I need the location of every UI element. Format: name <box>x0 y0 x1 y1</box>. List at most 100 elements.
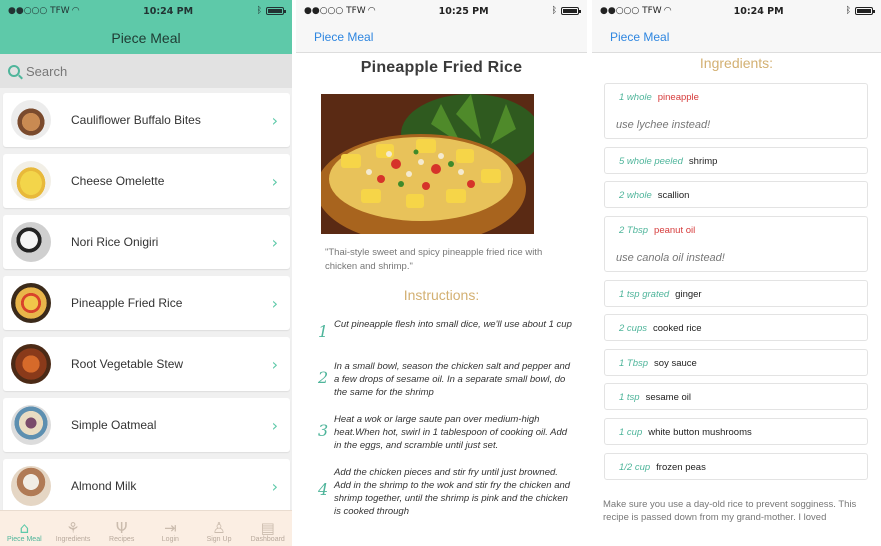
recipe-row-simple-oatmeal[interactable]: Simple Oatmeal › <box>3 398 290 452</box>
chevron-right-icon: › <box>271 171 278 191</box>
tab-label: Sign Up <box>206 536 232 543</box>
recipe-name: Cauliflower Buffalo Bites <box>71 113 201 127</box>
ingredient-name: ginger <box>675 289 702 300</box>
chevron-right-icon: › <box>271 232 278 252</box>
ingredient-card[interactable]: 1 cup white button mushrooms <box>604 418 868 445</box>
home-icon: ⌂ <box>19 519 30 537</box>
step-text: Add the chicken pieces and stir fry unti… <box>334 467 571 517</box>
ingredient-card[interactable]: 1 Tbsp soy sauce <box>604 349 868 376</box>
tab-bar: ⌂ Piece Meal ⚘ Ingredients Ψ Recipes ⇥ Login… <box>0 510 292 546</box>
step-text: In a small bowl, season the chicken salt… <box>334 361 571 398</box>
ingredient-card[interactable]: 5 whole peeled shrimp <box>604 147 868 174</box>
fork-knife-icon: Ψ <box>115 519 128 537</box>
search-placeholder: Search <box>26 63 68 79</box>
recipe-thumbnail <box>11 466 51 506</box>
recipe-name: Cheese Omelette <box>71 174 165 188</box>
recipe-detail-screen: ●●○○○ TFW ◠ 10:25 PM ᛒ Piece Meal Pineapp… <box>296 0 587 546</box>
recipe-row-almond-milk[interactable]: Almond Milk › <box>3 459 290 513</box>
user-add-icon: ♙ <box>212 519 226 537</box>
status-time: 10:24 PM <box>143 5 194 17</box>
recipe-list-screen: ●●○○○ TFW ◠ 10:24 PM ᛒ Piece Meal Search … <box>0 0 292 546</box>
substitution-note: use canola oil instead! <box>616 252 725 264</box>
recipe-name: Nori Rice Onigiri <box>71 235 159 249</box>
carrier-label: ●●○○○ TFW <box>600 6 662 16</box>
tab-sign-up[interactable]: ♙ Sign Up <box>195 511 244 546</box>
nav-title: Piece Meal <box>111 30 181 46</box>
ingredient-quantity: 1 tsp <box>619 392 640 403</box>
ingredients-screen: ●●○○○ TFW ◠ 10:24 PM ᛒ Piece Meal Ingredi… <box>592 0 881 546</box>
recipe-thumbnail <box>11 283 51 323</box>
ingredient-quantity: 1/2 cup <box>619 462 651 473</box>
chevron-right-icon: › <box>271 293 278 313</box>
tab-label: Ingredients <box>55 536 91 543</box>
tab-label: Dashboard <box>250 536 285 543</box>
tab-label: Recipes <box>109 536 135 543</box>
status-time: 10:24 PM <box>733 5 784 17</box>
ingredient-quantity: 2 Tbsp <box>619 225 649 236</box>
chevron-right-icon: › <box>271 415 278 435</box>
carrot-icon: ⚘ <box>66 519 80 537</box>
wifi-icon: ◠ <box>367 6 376 16</box>
ingredient-name: peanut oil <box>654 225 696 236</box>
recipe-row-nori-rice-onigiri[interactable]: Nori Rice Onigiri › <box>3 215 290 269</box>
back-button[interactable]: Piece Meal <box>296 22 587 52</box>
chevron-right-icon: › <box>271 354 278 374</box>
login-icon: ⇥ <box>164 519 177 537</box>
detail-header: ●●○○○ TFW ◠ 10:25 PM ᛒ Piece Meal <box>296 0 587 53</box>
step-number: 1 <box>318 322 329 341</box>
recipe-thumbnail <box>11 344 51 384</box>
ingredient-name: frozen peas <box>656 462 706 473</box>
ingredient-card[interactable]: 2 cups cooked rice <box>604 314 868 341</box>
tab-piece-meal[interactable]: ⌂ Piece Meal <box>0 511 49 546</box>
search-input[interactable]: Search <box>0 54 292 88</box>
status-bar: ●●○○○ TFW ◠ 10:24 PM ᛒ <box>592 0 881 22</box>
tab-login[interactable]: ⇥ Login <box>146 511 195 546</box>
status-bar: ●●○○○ TFW ◠ 10:24 PM ᛒ <box>0 0 292 22</box>
recipe-thumbnail <box>11 161 51 201</box>
carrier-label: ●●○○○ TFW <box>304 6 366 16</box>
ingredient-name: scallion <box>657 190 690 201</box>
ingredient-card[interactable]: 2 whole scallion <box>604 181 868 208</box>
instruction-step: 1 Cut pineapple flesh into small dice, w… <box>318 318 576 341</box>
instruction-step: 3 Heat a wok or large saute pan over med… <box>318 413 576 452</box>
ingredient-card[interactable]: 1 whole pineapple use lychee instead! <box>604 83 868 139</box>
recipe-row-root-vegetable-stew[interactable]: Root Vegetable Stew › <box>3 337 290 391</box>
ingredient-card[interactable]: 1 tsp grated ginger <box>604 280 868 307</box>
ingredient-quantity: 1 tsp grated <box>619 289 670 300</box>
battery-icon <box>266 7 286 15</box>
recipe-title: Pineapple Fried Rice <box>360 59 523 76</box>
ingredient-name: shrimp <box>688 156 718 167</box>
ingredient-name: pineapple <box>657 92 699 103</box>
ingredient-quantity: 1 whole <box>619 92 652 103</box>
battery-icon <box>855 7 875 15</box>
wifi-icon: ◠ <box>663 6 672 16</box>
ingredient-card[interactable]: 1/2 cup frozen peas <box>604 453 868 480</box>
ingredient-name: white button mushrooms <box>648 427 752 438</box>
recipe-thumbnail <box>11 222 51 262</box>
step-text: Cut pineapple flesh into small dice, we'… <box>334 319 572 330</box>
dish-photo <box>321 94 534 234</box>
back-button[interactable]: Piece Meal <box>592 22 881 52</box>
recipe-row-cauliflower-buffalo-bites[interactable]: Cauliflower Buffalo Bites › <box>3 93 290 147</box>
dashboard-icon: ▤ <box>260 519 275 537</box>
list-header: ●●○○○ TFW ◠ 10:24 PM ᛒ Piece Meal <box>0 0 292 54</box>
instructions-heading: Instructions: <box>403 287 480 303</box>
instruction-step: 2 In a small bowl, season the chicken sa… <box>318 360 576 399</box>
ingredient-card[interactable]: 2 Tbsp peanut oil use canola oil instead! <box>604 216 868 272</box>
recipe-description: "Thai-style sweet and spicy pineapple fr… <box>325 247 543 272</box>
ingredient-card[interactable]: 1 tsp sesame oil <box>604 383 868 410</box>
tab-ingredients[interactable]: ⚘ Ingredients <box>49 511 98 546</box>
recipe-thumbnail <box>11 405 51 445</box>
tab-label: Login <box>161 536 179 543</box>
tab-recipes[interactable]: Ψ Recipes <box>97 511 146 546</box>
ingredients-heading: Ingredients: <box>699 55 774 71</box>
recipe-row-cheese-omelette[interactable]: Cheese Omelette › <box>3 154 290 208</box>
ingredients-header: ●●○○○ TFW ◠ 10:24 PM ᛒ Piece Meal <box>592 0 881 53</box>
recipe-row-pineapple-fried-rice[interactable]: Pineapple Fried Rice › <box>3 276 290 330</box>
bluetooth-icon: ᛒ <box>551 6 557 16</box>
recipe-name: Almond Milk <box>71 479 137 493</box>
tab-dashboard[interactable]: ▤ Dashboard <box>243 511 292 546</box>
carrier-label: ●●○○○ TFW <box>8 6 70 16</box>
step-number: 4 <box>318 480 329 499</box>
ingredient-name: cooked rice <box>653 323 702 334</box>
